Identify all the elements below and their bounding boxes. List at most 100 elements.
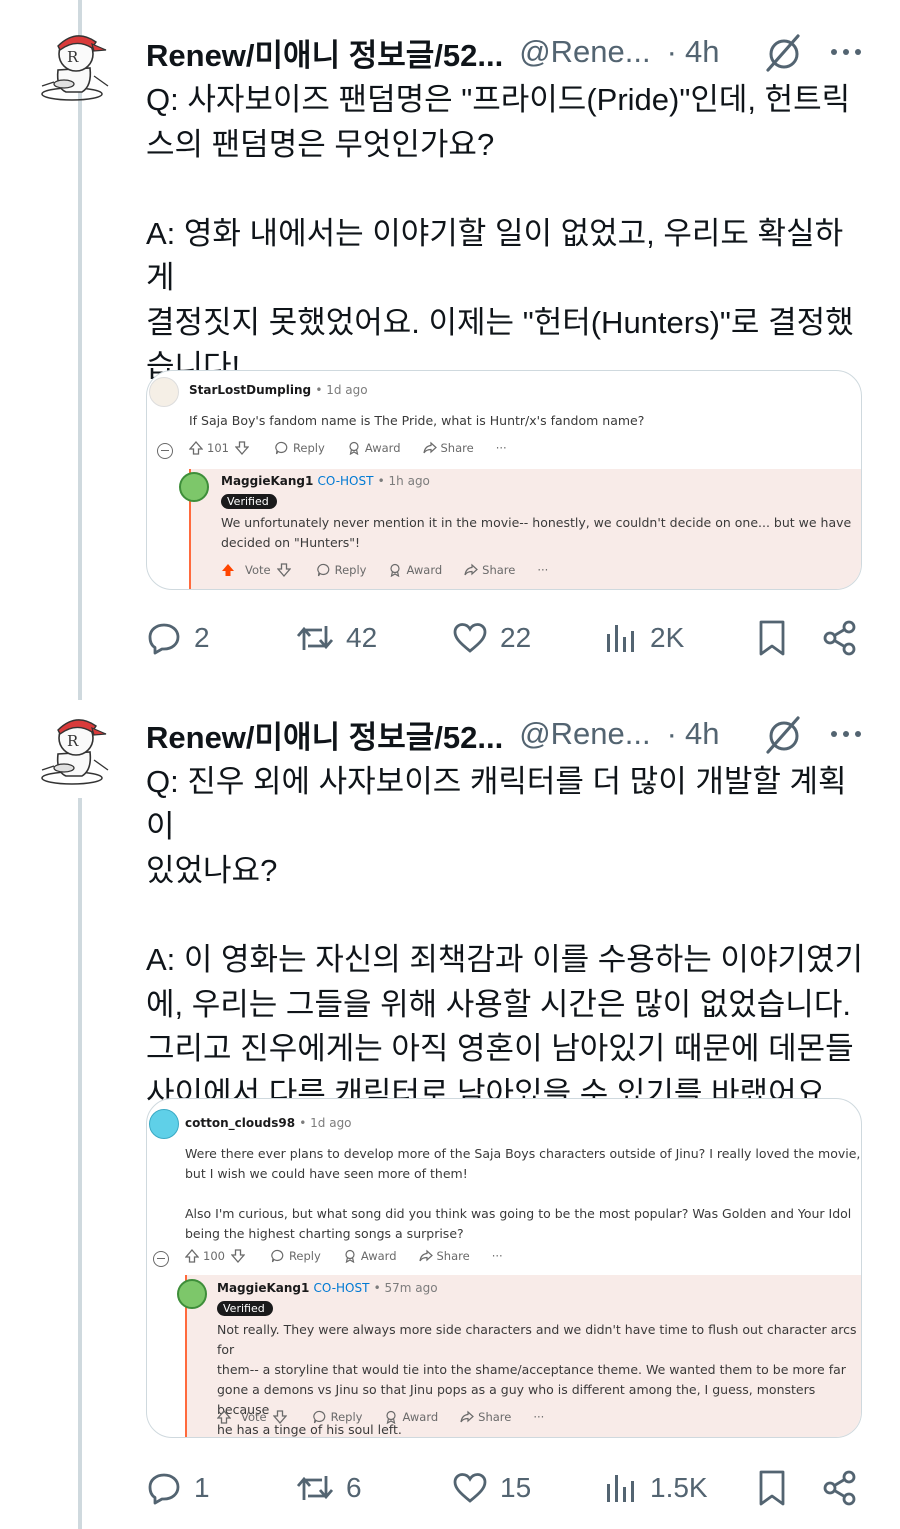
comment-bubble-icon <box>275 441 288 455</box>
upvote-filled-icon <box>222 564 234 576</box>
collapse-icon[interactable] <box>153 1251 169 1267</box>
views-button[interactable]: 1.5K <box>604 1466 708 1510</box>
share-arrow-icon <box>418 1249 433 1262</box>
tweet[interactable]: R Renew/미애니 정보글/52... @Rene... · 4h Q: 사… <box>0 0 900 700</box>
share-icon <box>823 1470 856 1506</box>
comment-bubble-icon <box>312 1410 325 1424</box>
reply-link[interactable]: Reply <box>271 1249 321 1263</box>
bookmark-button[interactable] <box>756 616 788 660</box>
downvote-icon <box>230 1249 245 1263</box>
reply-icon <box>148 623 180 655</box>
share-icon <box>823 620 856 656</box>
more-options[interactable]: ··· <box>496 441 507 455</box>
commenter-avatar <box>149 377 179 407</box>
award-icon <box>349 441 359 455</box>
reply-username: MaggieKang1 CO-HOST • 1h ago <box>221 474 430 488</box>
award-icon <box>390 563 401 577</box>
reply-button[interactable]: 1 <box>146 1466 210 1510</box>
more-options[interactable]: ··· <box>492 1249 503 1263</box>
reply-actions: Vote Reply Award Share ··· <box>221 563 570 577</box>
verified-badge: Verified <box>221 490 277 509</box>
award-link[interactable]: Award <box>388 563 442 577</box>
award-icon <box>386 1410 397 1424</box>
comment-actions: 101 Reply Award Share ··· <box>189 441 529 455</box>
avatar[interactable]: R <box>36 24 116 104</box>
reddit-comment: StarLostDumpling • 1d ago If Saja Boy's … <box>147 371 861 589</box>
reply-link[interactable]: Reply <box>312 1410 362 1424</box>
more-icon[interactable] <box>826 30 866 74</box>
like-icon <box>453 1473 487 1503</box>
reply-icon <box>148 1473 180 1505</box>
views-button[interactable]: 2K <box>604 616 684 660</box>
tweet-text: Q: 진우 외에 사자보이즈 캐릭터를 더 많이 개발할 계획이 있었나요? A… <box>146 764 864 1111</box>
tweet-text: Q: 사자보이즈 팬덤명은 "프라이드(Pride)"인데, 헌트릭 스의 팬덤… <box>146 82 854 384</box>
award-link[interactable]: Award <box>343 1249 397 1263</box>
reply-username: MaggieKang1 CO-HOST • 57m ago <box>217 1281 438 1295</box>
author-handle[interactable]: @Rene... <box>519 34 650 70</box>
host-avatar <box>177 1279 207 1309</box>
share-arrow-icon <box>460 1410 475 1423</box>
reply-link[interactable]: Reply <box>275 441 325 455</box>
like-button[interactable]: 22 <box>452 616 531 660</box>
more-options[interactable]: ··· <box>533 1410 544 1424</box>
comment-text: If Saja Boy's fandom name is The Pride, … <box>189 413 645 428</box>
vote-control[interactable]: Vote <box>217 1410 291 1424</box>
award-link[interactable]: Award <box>384 1410 438 1424</box>
repost-icon <box>296 626 334 650</box>
reply-link[interactable]: Reply <box>316 563 366 577</box>
share-link[interactable]: Share <box>460 1410 511 1424</box>
like-button[interactable]: 15 <box>452 1466 531 1510</box>
vote-control[interactable]: Vote <box>221 563 295 577</box>
repost-button[interactable]: 42 <box>296 616 377 660</box>
award-icon <box>345 1249 355 1263</box>
author-name[interactable]: Renew/미애니 정보글/52... <box>146 30 503 75</box>
separator: · <box>666 716 677 751</box>
tweet-actions: 1 6 15 1.5K <box>146 1466 862 1510</box>
reddit-comment: cotton_clouds98 • 1d ago Were there ever… <box>147 1099 861 1437</box>
downvote-icon <box>234 441 249 455</box>
comment-text: Were there ever plans to develop more of… <box>185 1146 861 1241</box>
more-options[interactable]: ··· <box>537 563 548 577</box>
share-button[interactable] <box>822 616 858 660</box>
share-link[interactable]: Share <box>418 1249 470 1263</box>
views-icon <box>607 625 634 652</box>
like-icon <box>453 623 487 653</box>
tweet[interactable]: R Renew/미애니 정보글/52... @Rene... · 4h Q: 진… <box>0 700 900 1529</box>
timestamp[interactable]: 4h <box>685 34 719 70</box>
embedded-image[interactable]: cotton_clouds98 • 1d ago Were there ever… <box>146 1098 862 1438</box>
timestamp[interactable]: 4h <box>685 716 719 752</box>
verified-badge: Verified <box>217 1297 273 1316</box>
separator: · <box>666 34 677 69</box>
share-button[interactable] <box>822 1466 858 1510</box>
collapse-icon[interactable] <box>157 443 173 459</box>
repost-icon <box>296 1476 334 1500</box>
author-handle[interactable]: @Rene... <box>519 716 650 752</box>
vote-control[interactable]: 100 <box>185 1249 249 1263</box>
upvote-icon <box>217 1410 231 1424</box>
author-name[interactable]: Renew/미애니 정보글/52... <box>146 712 503 757</box>
tweet-header: Renew/미애니 정보글/52... @Rene... · 4h <box>146 712 876 756</box>
commenter-avatar <box>149 1109 179 1139</box>
share-arrow-icon <box>422 441 437 454</box>
bookmark-button[interactable] <box>756 1466 788 1510</box>
more-icon[interactable] <box>826 712 866 756</box>
repost-button[interactable]: 6 <box>296 1466 362 1510</box>
tweet-header: Renew/미애니 정보글/52... @Rene... · 4h <box>146 30 876 74</box>
grok-icon[interactable] <box>764 712 804 756</box>
bookmark-icon <box>759 620 785 656</box>
reply-button[interactable]: 2 <box>146 616 210 660</box>
award-link[interactable]: Award <box>347 441 401 455</box>
vote-control[interactable]: 101 <box>189 441 253 455</box>
avatar[interactable]: R <box>36 708 116 788</box>
share-link[interactable]: Share <box>464 563 515 577</box>
bookmark-icon <box>759 1470 785 1506</box>
comment-bubble-icon <box>316 563 329 577</box>
embedded-image[interactable]: StarLostDumpling • 1d ago If Saja Boy's … <box>146 370 862 590</box>
downvote-icon <box>276 563 291 577</box>
comment-actions: 100 Reply Award Share ··· <box>185 1249 525 1263</box>
grok-icon[interactable] <box>764 30 804 74</box>
share-arrow-icon <box>464 563 479 576</box>
reply-actions: Vote Reply Award Share ··· <box>217 1410 566 1424</box>
share-link[interactable]: Share <box>422 441 474 455</box>
svg-text:R: R <box>67 732 79 750</box>
